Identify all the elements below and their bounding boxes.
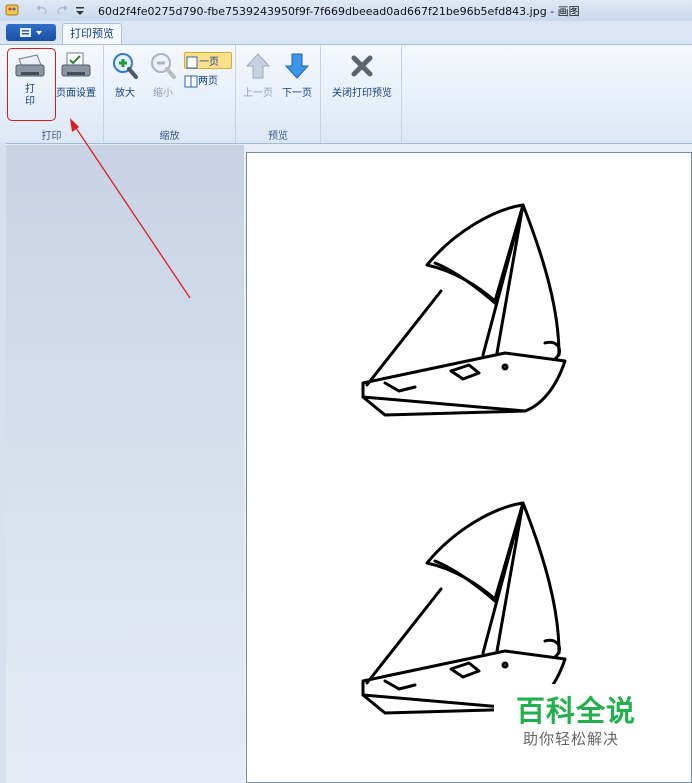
- preview-background: [6, 145, 244, 783]
- title-bar: 60d2f4fe0275d790-fbe7539243950f9f-7f669d…: [0, 0, 692, 22]
- paint-menu-button[interactable]: [6, 24, 56, 41]
- zoom-group: 放大 缩小 一页 两页 缩放: [104, 45, 236, 143]
- page-setup-icon: [61, 52, 91, 77]
- one-page-icon: [186, 56, 198, 68]
- zoom-out-button[interactable]: 缩小: [148, 51, 178, 99]
- tab-print-preview[interactable]: 打印预览: [62, 23, 122, 45]
- window-title: 60d2f4fe0275d790-fbe7539243950f9f-7f669d…: [98, 5, 580, 18]
- one-page-button[interactable]: 一页: [184, 52, 232, 69]
- close-group: 关闭打印预览: [321, 45, 402, 143]
- undo-icon[interactable]: [34, 2, 50, 18]
- print-button-highlight: [7, 48, 56, 121]
- ribbon: 打 印 页面设置 打印 放大 缩小 一页 两页 缩放 上一页 下一页 预览 关闭…: [0, 44, 692, 144]
- two-pages-label: 两页: [198, 76, 218, 87]
- preview-group: 上一页 下一页 预览: [236, 45, 321, 143]
- zoom-out-icon: [151, 53, 176, 79]
- close-icon: [351, 55, 373, 77]
- one-page-label: 一页: [199, 57, 219, 68]
- zoom-in-label: 放大: [115, 88, 135, 99]
- zoom-in-button[interactable]: 放大: [110, 51, 140, 99]
- close-print-preview-label: 关闭打印预览: [332, 88, 392, 99]
- close-print-preview-button[interactable]: 关闭打印预览: [325, 51, 399, 99]
- sailboat-drawing: [361, 203, 567, 417]
- menu-icon: [20, 28, 42, 37]
- page-setup-button[interactable]: 页面设置: [52, 51, 100, 99]
- print-group-label: 打印: [41, 131, 62, 142]
- arrow-down-icon: [284, 53, 310, 79]
- prev-page-button[interactable]: 上一页: [240, 51, 276, 99]
- quick-access-dropdown-icon[interactable]: [74, 2, 86, 18]
- redo-icon[interactable]: [54, 2, 70, 18]
- next-page-label: 下一页: [282, 88, 312, 99]
- page-setup-label: 页面设置: [56, 88, 96, 99]
- two-pages-button[interactable]: 两页: [184, 72, 230, 87]
- ribbon-tab-row: 打印预览: [0, 21, 692, 45]
- watermark-subtitle: 助你轻松解决: [523, 730, 620, 748]
- prev-page-label: 上一页: [243, 88, 273, 99]
- preview-group-label: 预览: [268, 131, 288, 142]
- zoom-group-label: 缩放: [159, 131, 180, 142]
- two-pages-icon: [184, 75, 198, 87]
- zoom-in-icon: [113, 53, 138, 79]
- next-page-button[interactable]: 下一页: [278, 51, 316, 99]
- arrow-up-icon: [245, 53, 271, 79]
- paint-app-icon[interactable]: [4, 2, 20, 18]
- zoom-out-label: 缩小: [153, 88, 173, 99]
- watermark-title: 百科全说: [516, 694, 637, 728]
